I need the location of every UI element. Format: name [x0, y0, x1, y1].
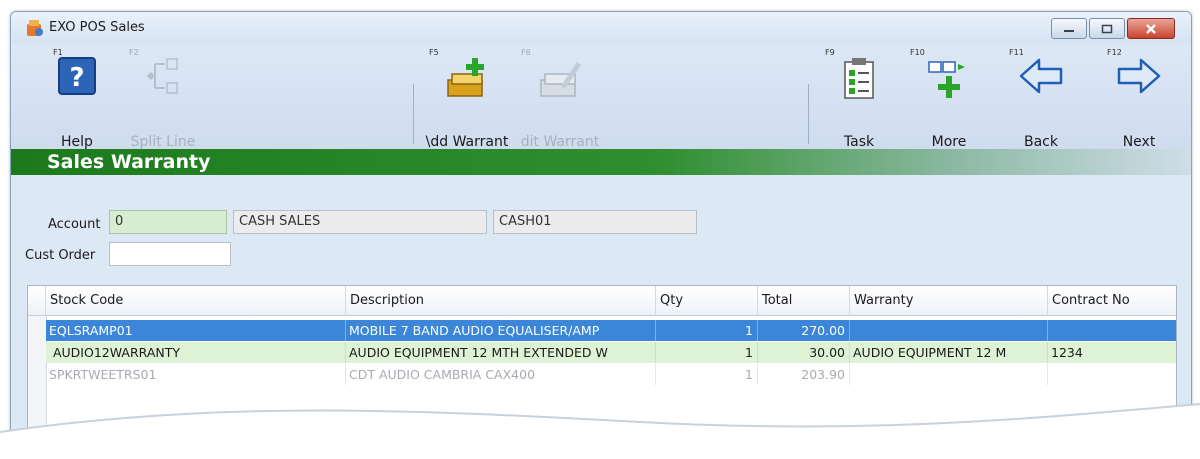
column-header-description[interactable]: Description: [346, 286, 656, 316]
back-button[interactable]: F11 Back: [1003, 44, 1079, 150]
cell-warranty: AUDIO EQUIPMENT 12 M: [850, 342, 1048, 363]
split-line-icon: [147, 58, 178, 94]
column-header-contract-no[interactable]: Contract No: [1048, 286, 1176, 316]
edit-warranty-label: dit Warrant: [520, 134, 600, 150]
svg-text:?: ?: [69, 63, 84, 93]
close-button[interactable]: [1127, 18, 1175, 39]
more-fkey: F10: [910, 48, 925, 57]
torn-edge-decoration: [0, 403, 1200, 459]
help-icon: ?: [58, 57, 96, 95]
row-selector-header: [28, 286, 46, 316]
edit-warranty-fkey: F6: [521, 48, 531, 57]
maximize-button[interactable]: [1089, 18, 1125, 39]
split-line-fkey: F2: [129, 48, 139, 57]
more-label: More: [931, 134, 967, 150]
cell-qty: 1: [656, 320, 758, 341]
add-warranty-button[interactable]: F5 \dd Warrant: [421, 44, 513, 150]
table-row[interactable]: AUDIO12WARRANTY AUDIO EQUIPMENT 12 MTH E…: [46, 342, 1176, 363]
cell-contract-no: 1234: [1051, 345, 1083, 360]
help-label: Help: [61, 134, 93, 150]
cell-description: MOBILE 7 BAND AUDIO EQUALISER/AMP: [346, 320, 656, 341]
next-arrow-icon: [1117, 58, 1161, 94]
more-button[interactable]: F10 More: [904, 44, 994, 150]
account-name-field: CASH SALES: [233, 210, 487, 234]
task-checklist-icon: [844, 58, 874, 99]
back-arrow-icon: [1019, 58, 1063, 94]
column-header-total[interactable]: Total: [758, 286, 850, 316]
maximize-icon: [1101, 24, 1113, 33]
section-header: Sales Warranty: [11, 149, 1191, 175]
edit-warranty-button[interactable]: F6 dit Warrant: [513, 44, 607, 150]
section-title: Sales Warranty: [47, 151, 211, 173]
toolbar: F1 ? Help F2 Split Line F5 \dd Warrant F…: [11, 44, 1191, 150]
cell-stock-code: EQLSRAMP01: [46, 320, 346, 341]
toolbar-separator: [413, 84, 414, 144]
column-header-qty[interactable]: Qty: [656, 286, 758, 316]
add-warranty-label: \dd Warrant: [425, 134, 509, 150]
add-warranty-icon: [447, 58, 484, 97]
back-label: Back: [1024, 134, 1058, 150]
minimize-icon: [1064, 29, 1074, 32]
cell-stock-code: AUDIO12WARRANTY: [46, 342, 346, 363]
cell-total: 270.00: [758, 320, 850, 341]
task-fkey: F9: [825, 48, 835, 57]
more-icon: [928, 61, 965, 98]
account-code-field: CASH01: [493, 210, 697, 234]
window-title: EXO POS Sales: [49, 20, 145, 35]
next-button[interactable]: F12 Next: [1101, 44, 1177, 150]
column-header-warranty[interactable]: Warranty: [850, 286, 1048, 316]
close-icon: [1146, 23, 1156, 34]
task-label: Task: [843, 134, 875, 150]
table-row[interactable]: EQLSRAMP01 MOBILE 7 BAND AUDIO EQUALISER…: [46, 320, 1176, 341]
cell-contract-no: [1048, 320, 1176, 341]
edit-warranty-icon: [540, 62, 581, 97]
split-line-label: Split Line: [130, 134, 196, 150]
help-button[interactable]: F1 ? Help: [47, 44, 107, 150]
cust-order-input[interactable]: [109, 242, 231, 266]
task-button[interactable]: F9 Task: [819, 44, 899, 150]
next-label: Next: [1122, 134, 1156, 150]
cell-total: 30.00: [758, 342, 850, 363]
minimize-button[interactable]: [1051, 18, 1087, 39]
title-bar: EXO POS Sales: [11, 12, 1191, 44]
cust-order-label: Cust Order: [25, 248, 96, 263]
account-label: Account: [48, 217, 101, 232]
column-header-stock-code[interactable]: Stock Code: [46, 286, 346, 316]
add-warranty-fkey: F5: [429, 48, 439, 57]
cell-warranty: [850, 320, 1048, 341]
toolbar-separator: [808, 84, 809, 144]
cell-qty: 1: [656, 342, 758, 363]
cell-description: AUDIO EQUIPMENT 12 MTH EXTENDED W: [346, 342, 656, 363]
app-icon: [27, 20, 43, 36]
account-field[interactable]: 0: [109, 210, 227, 234]
split-line-button[interactable]: F2 Split Line: [123, 44, 203, 150]
